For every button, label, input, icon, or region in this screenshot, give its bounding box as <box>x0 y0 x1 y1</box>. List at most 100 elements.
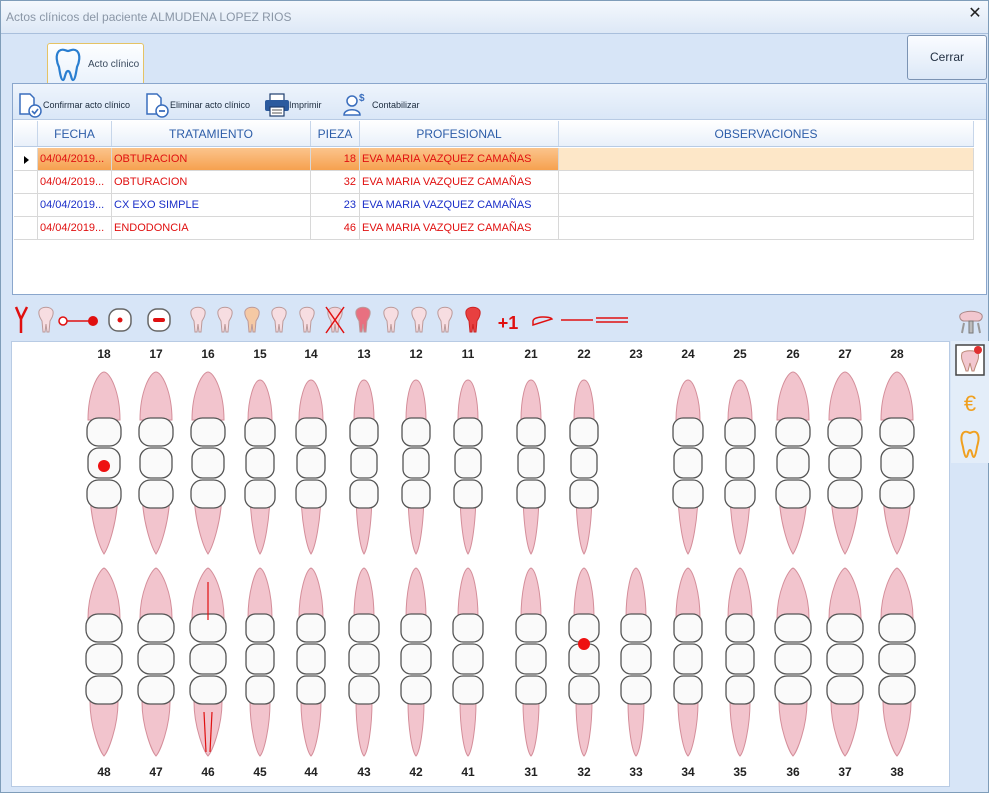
tooth-icon[interactable] <box>244 306 260 333</box>
tooth-48[interactable]: 48 <box>85 567 123 779</box>
tooth-21[interactable]: 21 <box>516 347 546 555</box>
cell-fecha[interactable]: 04/04/2019... <box>38 194 112 217</box>
tooth-number: 37 <box>838 765 852 779</box>
tooth-icon[interactable] <box>299 306 315 333</box>
col-observaciones[interactable]: OBSERVACIONES <box>559 121 974 146</box>
cell-observaciones[interactable] <box>559 171 974 194</box>
y-root-icon[interactable] <box>14 306 29 333</box>
tooth-27[interactable]: 27 <box>827 347 863 555</box>
tooth-41[interactable]: 41 <box>452 567 484 779</box>
col-profesional[interactable]: PROFESIONAL <box>360 121 559 146</box>
cell-tratamiento[interactable]: CX EXO SIMPLE <box>112 194 311 217</box>
cell-observaciones[interactable] <box>559 148 974 171</box>
contabilizar-button[interactable]: $ Contabilizar <box>342 92 432 116</box>
occlusal-bar-icon[interactable] <box>147 308 171 332</box>
tooth-35[interactable]: 35 <box>725 567 755 779</box>
cell-pieza[interactable]: 46 <box>311 217 360 240</box>
eliminar-button[interactable]: Eliminar acto clínico <box>144 92 254 118</box>
cell-fecha[interactable]: 04/04/2019... <box>38 171 112 194</box>
cerrar-button[interactable]: Cerrar <box>907 35 987 80</box>
cell-profesional[interactable]: EVA MARIA VAZQUEZ CAMAÑAS <box>360 171 559 194</box>
tooth-icon[interactable] <box>355 306 371 333</box>
tooth-number: 33 <box>629 765 643 779</box>
col-pieza[interactable]: PIEZA <box>311 121 360 146</box>
tooth-43[interactable]: 43 <box>348 567 380 779</box>
implant-icon[interactable] <box>954 303 988 337</box>
red-tooth-icon[interactable] <box>465 306 481 333</box>
table-row[interactable]: 04/04/2019... ENDODONCIA 46 EVA MARIA VAZQU… <box>14 217 974 240</box>
occlusal-dot-icon[interactable] <box>108 308 132 332</box>
cell-profesional[interactable]: EVA MARIA VAZQUEZ CAMAÑAS <box>360 217 559 240</box>
tooth-47[interactable]: 47 <box>137 567 175 779</box>
tooth-13[interactable]: 13 <box>349 347 379 555</box>
tooth-46[interactable]: 46 <box>189 567 227 779</box>
euro-icon[interactable]: € <box>964 391 976 416</box>
tooth-icon[interactable] <box>190 306 206 333</box>
table-row[interactable]: 04/04/2019... OBTURACION 18 EVA MARIA VAZQU… <box>14 148 974 171</box>
tooth-34[interactable]: 34 <box>673 567 703 779</box>
tooth-36[interactable]: 36 <box>774 567 812 779</box>
cell-pieza[interactable]: 32 <box>311 171 360 194</box>
tooth-37[interactable]: 37 <box>826 567 864 779</box>
plus-one-icon[interactable]: +1 <box>498 313 519 333</box>
tooth-25[interactable]: 25 <box>724 347 756 555</box>
tooth-14[interactable]: 14 <box>295 347 327 555</box>
cell-pieza[interactable]: 23 <box>311 194 360 217</box>
tooth-44[interactable]: 44 <box>296 567 326 779</box>
tooth-icon[interactable] <box>383 306 399 333</box>
row-indicator[interactable] <box>14 148 38 171</box>
tooth-16[interactable]: 16 <box>190 347 226 555</box>
tooth-11[interactable]: 11 <box>453 347 483 555</box>
cell-tratamiento[interactable]: ENDODONCIA <box>112 217 311 240</box>
tooth-32[interactable]: 32 <box>568 567 600 779</box>
table-row[interactable]: 04/04/2019... OBTURACION 32 EVA MARIA VAZQU… <box>14 171 974 194</box>
tooth-icon[interactable] <box>437 306 453 333</box>
col-fecha[interactable]: FECHA <box>38 121 112 146</box>
row-indicator[interactable] <box>14 171 38 194</box>
tooth-42[interactable]: 42 <box>400 567 432 779</box>
col-tratamiento[interactable]: TRATAMIENTO <box>112 121 311 146</box>
tooth-number: 27 <box>838 347 852 361</box>
tooth-22[interactable]: 22 <box>569 347 599 555</box>
close-icon[interactable]: ✕ <box>965 4 985 24</box>
cell-fecha[interactable]: 04/04/2019... <box>38 148 112 171</box>
cell-profesional[interactable]: EVA MARIA VAZQUEZ CAMAÑAS <box>360 148 559 171</box>
tooth-18[interactable]: 18 <box>86 347 122 555</box>
row-indicator[interactable] <box>14 217 38 240</box>
tab-acto-clinico[interactable]: Acto clínico <box>47 43 144 83</box>
tooth-number: 12 <box>409 347 423 361</box>
extracted-tooth-icon[interactable] <box>325 306 345 334</box>
half-tooth-icon[interactable] <box>532 316 554 327</box>
cell-profesional[interactable]: EVA MARIA VAZQUEZ CAMAÑAS <box>360 194 559 217</box>
tooth-24[interactable]: 24 <box>672 347 704 555</box>
tooth-28[interactable]: 28 <box>879 347 915 555</box>
tooth-26[interactable]: 26 <box>775 347 811 555</box>
confirmar-button[interactable]: Confirmar acto clínico <box>17 92 135 118</box>
probe-icon[interactable] <box>58 316 98 326</box>
tooth-38[interactable]: 38 <box>878 567 916 779</box>
tooth-45[interactable]: 45 <box>245 567 275 779</box>
tooth-outline-icon[interactable] <box>960 430 980 459</box>
double-line-icon[interactable] <box>596 317 628 323</box>
tooth-icon[interactable] <box>411 306 427 333</box>
imprimir-button[interactable]: Imprimir <box>264 92 330 117</box>
cell-tratamiento[interactable]: OBTURACION <box>112 171 311 194</box>
tooth-17[interactable]: 17 <box>138 347 174 555</box>
cell-tratamiento[interactable]: OBTURACION <box>112 148 311 171</box>
tooth-23[interactable]: 23 <box>629 347 643 361</box>
tooth-31[interactable]: 31 <box>515 567 547 779</box>
cell-pieza[interactable]: 18 <box>311 148 360 171</box>
table-row[interactable]: 04/04/2019... CX EXO SIMPLE 23 EVA MARIA VA… <box>14 194 974 217</box>
row-indicator[interactable] <box>14 194 38 217</box>
tooth-icon[interactable] <box>271 306 287 333</box>
tooth-33[interactable]: 33 <box>620 567 652 779</box>
actions-toolbar: Confirmar acto clínico Eliminar acto clí… <box>13 84 986 120</box>
tooth-icon[interactable] <box>38 306 54 333</box>
cell-fecha[interactable]: 04/04/2019... <box>38 217 112 240</box>
tooth-icon[interactable] <box>217 306 233 333</box>
tooth-12[interactable]: 12 <box>401 347 431 555</box>
tooth-select-icon[interactable] <box>955 344 985 376</box>
cell-observaciones[interactable] <box>559 194 974 217</box>
tooth-15[interactable]: 15 <box>244 347 276 555</box>
cell-observaciones[interactable] <box>559 217 974 240</box>
